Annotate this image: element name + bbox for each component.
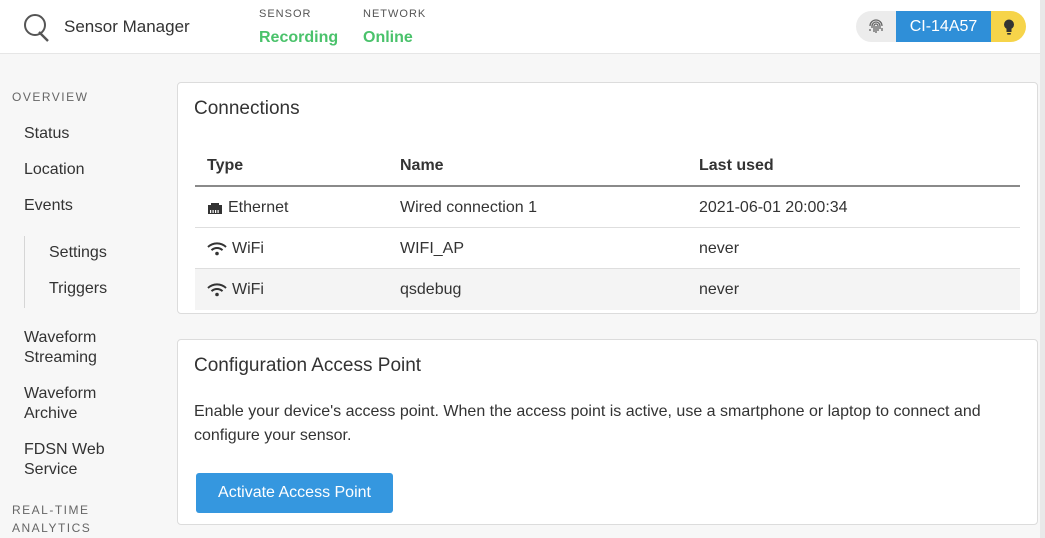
connections-title: Connections	[194, 98, 300, 119]
access-point-card: Configuration Access Point Enable your d…	[177, 339, 1038, 525]
table-cell-name: Wired connection 1	[400, 199, 537, 216]
connection-type-label: WiFi	[232, 240, 264, 257]
section-label-line: REAL-TIME	[12, 503, 90, 517]
table-cell-last-used: never	[699, 240, 740, 257]
ethernet-icon	[208, 203, 222, 214]
network-status-label: NETWORK	[363, 8, 427, 20]
connections-table: Type Name Last used Ethernet Wired conne…	[195, 145, 1020, 310]
section-real-time-analytics: REAL-TIME ANALYTICS	[12, 501, 91, 537]
table-cell-name: WIFI_AP	[400, 240, 465, 257]
access-point-description: Enable your device's access point. When …	[194, 403, 981, 444]
app-logo[interactable]	[20, 10, 54, 44]
sidebar: OVERVIEW Status Location Events Settings…	[0, 55, 165, 538]
table-header: Type Name Last used	[195, 145, 1020, 187]
table-row[interactable]: WiFi WIFI_AP never	[195, 228, 1020, 269]
top-header: Sensor Manager SENSOR Recording NETWORK …	[0, 0, 1040, 54]
sidebar-item-label: Archive	[24, 405, 78, 422]
app-title: Sensor Manager	[64, 17, 190, 36]
sidebar-item-label: Service	[24, 461, 78, 478]
access-point-title: Configuration Access Point	[194, 355, 422, 376]
sidebar-item-label: Streaming	[24, 349, 97, 366]
connections-card: Connections Type Name Last used Ethernet…	[177, 82, 1038, 314]
activate-access-point-button[interactable]: Activate Access Point	[196, 473, 393, 513]
table-cell-last-used: never	[699, 281, 740, 298]
fingerprint-button[interactable]	[856, 11, 896, 42]
section-label-line: ANALYTICS	[12, 521, 92, 535]
sidebar-item-label: FDSN Web	[24, 441, 105, 458]
table-row[interactable]: Ethernet Wired connection 1 2021-06-01 2…	[195, 187, 1020, 228]
table-cell-name: qsdebug	[400, 281, 462, 298]
table-cell-last-used: 2021-06-01 20:00:34	[699, 199, 848, 216]
sidebar-item-fdsn-web-service[interactable]: FDSN Web Service	[24, 440, 105, 480]
column-header-last-used[interactable]: Last used	[699, 157, 774, 175]
sidebar-item-label: Waveform	[24, 385, 97, 402]
wifi-icon	[207, 242, 227, 256]
column-header-name[interactable]: Name	[400, 157, 444, 175]
sidebar-item-triggers[interactable]: Triggers	[49, 280, 107, 298]
table-cell-type: Ethernet	[207, 199, 288, 217]
column-header-type[interactable]: Type	[207, 157, 243, 175]
table-cell-type: WiFi	[207, 281, 264, 299]
lightbulb-icon	[1003, 19, 1014, 35]
sidebar-item-events[interactable]: Events	[24, 196, 73, 216]
device-id-button[interactable]: CI-14A57	[896, 11, 991, 42]
wifi-icon	[207, 283, 227, 297]
fingerprint-icon	[869, 18, 883, 33]
sensor-status-value: Recording	[259, 29, 339, 46]
sidebar-item-waveform-streaming[interactable]: Waveform Streaming	[24, 328, 97, 368]
sensor-status: SENSOR Recording	[259, 8, 338, 47]
sidebar-item-settings[interactable]: Settings	[49, 244, 107, 262]
submenu-divider	[24, 236, 25, 308]
connection-type-label: WiFi	[232, 281, 264, 298]
network-status: NETWORK Online	[363, 8, 426, 47]
sidebar-item-waveform-archive[interactable]: Waveform Archive	[24, 384, 96, 424]
section-overview: OVERVIEW	[12, 90, 89, 104]
sidebar-item-location[interactable]: Location	[24, 160, 85, 180]
sidebar-item-label: Waveform	[24, 329, 97, 346]
scrollbar[interactable]	[1040, 0, 1045, 538]
network-status-value: Online	[363, 29, 413, 46]
table-cell-type: WiFi	[207, 240, 264, 258]
device-pill: CI-14A57	[856, 11, 1026, 42]
locate-button[interactable]	[991, 11, 1026, 42]
table-row[interactable]: WiFi qsdebug never	[195, 269, 1020, 310]
sidebar-item-status[interactable]: Status	[24, 124, 69, 144]
connection-type-label: Ethernet	[228, 199, 289, 216]
sensor-status-label: SENSOR	[259, 8, 312, 20]
